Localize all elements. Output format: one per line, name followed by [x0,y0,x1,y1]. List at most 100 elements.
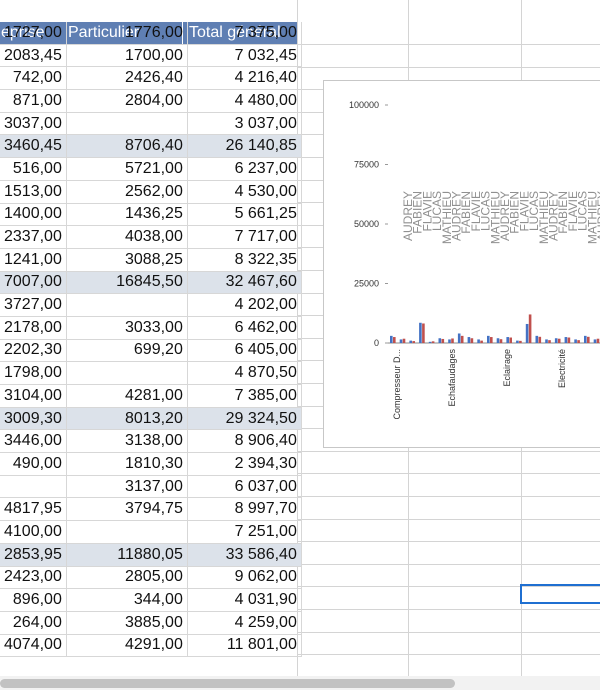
table-cell[interactable]: 8013,20 [66,407,188,431]
table-cell[interactable]: 32 467,60 [187,271,302,295]
table-row[interactable]: 3727,00 4 202,00 [0,293,302,317]
table-cell[interactable]: 7 251,00 [187,520,302,544]
table-cell[interactable]: 2202,30 [0,339,67,363]
table-cell[interactable]: 2804,00 [66,89,188,113]
table-cell[interactable]: 3446,00 [0,429,67,454]
table-cell[interactable]: 2 394,30 [187,452,302,476]
table-cell[interactable]: 344,00 [66,588,188,612]
table-cell[interactable]: 7 717,00 [187,225,302,249]
table-row[interactable]: 264,00 3885,00 4 259,00 [0,611,302,635]
table-row[interactable]: 1513,00 2562,00 4 530,00 [0,180,302,204]
table-cell[interactable]: 3727,00 [0,293,67,317]
table-cell[interactable] [66,112,188,136]
table-cell[interactable]: 33 586,40 [187,543,302,567]
table-cell[interactable]: 2562,00 [66,180,188,204]
table-cell[interactable]: 4 530,00 [187,180,302,204]
table-cell[interactable]: 3 037,00 [187,112,302,136]
table-cell[interactable]: 4817,95 [0,497,67,522]
table-cell[interactable] [0,475,67,499]
table-cell[interactable]: 1436,25 [66,203,188,227]
table-cell[interactable]: 8 322,35 [187,248,302,272]
table-cell[interactable]: 4281,00 [66,384,188,408]
table-cell[interactable]: 4 216,40 [187,66,302,91]
table-cell[interactable]: 264,00 [0,611,67,635]
table-row[interactable]: 3446,00 3138,00 8 906,40 [0,429,302,454]
table-row[interactable]: 2083,45 1700,00 7 032,45 [0,44,302,68]
table-cell[interactable]: 490,00 [0,452,67,476]
table-row[interactable]: 1727,00 1776,00 7 375,00 [0,22,302,45]
table-cell[interactable]: 1513,00 [0,180,67,204]
table-cell[interactable]: 9 062,00 [187,566,302,590]
table-cell[interactable]: 8 997,70 [187,497,302,522]
table-cell[interactable]: 3037,00 [0,112,67,136]
table-cell[interactable]: 1727,00 [0,22,67,45]
table-cell[interactable]: 6 037,00 [187,475,302,499]
table-cell[interactable]: 4 259,00 [187,611,302,635]
table-row[interactable]: 516,00 5721,00 6 237,00 [0,157,302,181]
table-cell[interactable]: 3794,75 [66,497,188,522]
table-cell[interactable]: 11 801,00 [187,634,302,658]
table-cell[interactable]: 3033,00 [66,316,188,340]
table-cell[interactable]: 6 237,00 [187,157,302,181]
table-row[interactable]: 1241,00 3088,25 8 322,35 [0,248,302,272]
table-cell[interactable]: 742,00 [0,66,67,91]
table-cell[interactable]: 5721,00 [66,157,188,181]
table-cell[interactable]: 4 870,50 [187,361,302,385]
table-cell[interactable]: 2083,45 [0,44,67,68]
table-row[interactable]: 896,00 344,00 4 031,90 [0,588,302,612]
selected-cell[interactable] [520,584,600,604]
table-cell[interactable]: 3137,00 [66,475,188,499]
table-cell[interactable]: 5 661,25 [187,203,302,227]
table-cell[interactable]: 2853,95 [0,543,67,567]
table-cell[interactable]: 699,20 [66,339,188,363]
table-cell[interactable]: 26 140,85 [187,134,302,159]
spreadsheet-grid[interactable]: eprise Particulier Total général 1727,00… [0,0,600,690]
table-row[interactable]: 4817,95 3794,75 8 997,70 [0,497,302,522]
subtotal-row[interactable]: 2853,95 11880,05 33 586,40 [0,543,302,567]
table-cell[interactable]: 4038,00 [66,225,188,249]
table-cell[interactable]: 16845,50 [66,271,188,295]
table-cell[interactable]: 1241,00 [0,248,67,272]
scrollbar-thumb[interactable] [0,679,455,688]
table-cell[interactable]: 3138,00 [66,429,188,454]
table-row[interactable]: 2337,00 4038,00 7 717,00 [0,225,302,249]
table-cell[interactable]: 1400,00 [0,203,67,227]
table-row[interactable]: 1400,00 1436,25 5 661,25 [0,203,302,227]
table-row[interactable]: 742,00 2426,40 4 216,40 [0,66,302,91]
table-cell[interactable] [66,520,188,544]
table-cell[interactable]: 2337,00 [0,225,67,249]
table-cell[interactable]: 1798,00 [0,361,67,385]
table-row[interactable]: 3137,00 6 037,00 [0,475,302,499]
table-cell[interactable]: 7 032,45 [187,44,302,68]
table-row[interactable]: 4100,00 7 251,00 [0,520,302,544]
table-row[interactable]: 3037,00 3 037,00 [0,112,302,136]
table-cell[interactable]: 896,00 [0,588,67,612]
table-cell[interactable]: 7 375,00 [187,22,302,45]
subtotal-row[interactable]: 3460,45 8706,40 26 140,85 [0,134,302,159]
table-cell[interactable] [66,293,188,317]
table-cell[interactable]: 1810,30 [66,452,188,476]
table-cell[interactable]: 4 480,00 [187,89,302,113]
table-cell[interactable]: 3460,45 [0,134,67,159]
table-row[interactable]: 871,00 2804,00 4 480,00 [0,89,302,113]
table-cell[interactable]: 7007,00 [0,271,67,295]
table-cell[interactable]: 6 405,00 [187,339,302,363]
subtotal-row[interactable]: 7007,00 16845,50 32 467,60 [0,271,302,295]
table-cell[interactable]: 6 462,00 [187,316,302,340]
bar-chart[interactable]: 100000 75000 50000 25000 0 AUDREY FABIEN FLAVIE… [323,80,600,448]
table-cell[interactable]: 2423,00 [0,566,67,590]
table-row[interactable]: 4074,00 4291,00 11 801,00 [0,634,302,658]
table-cell[interactable]: 3885,00 [66,611,188,635]
table-row[interactable]: 2178,00 3033,00 6 462,00 [0,316,302,340]
table-cell[interactable]: 4291,00 [66,634,188,658]
table-cell[interactable]: 11880,05 [66,543,188,567]
table-cell[interactable]: 7 385,00 [187,384,302,408]
table-cell[interactable]: 1700,00 [66,44,188,68]
table-cell[interactable]: 4074,00 [0,634,67,658]
table-cell[interactable]: 2178,00 [0,316,67,340]
table-cell[interactable]: 3104,00 [0,384,67,408]
table-cell[interactable]: 871,00 [0,89,67,113]
table-cell[interactable]: 4100,00 [0,520,67,544]
table-cell[interactable]: 3009,30 [0,407,67,431]
table-cell[interactable]: 8 906,40 [187,429,302,454]
